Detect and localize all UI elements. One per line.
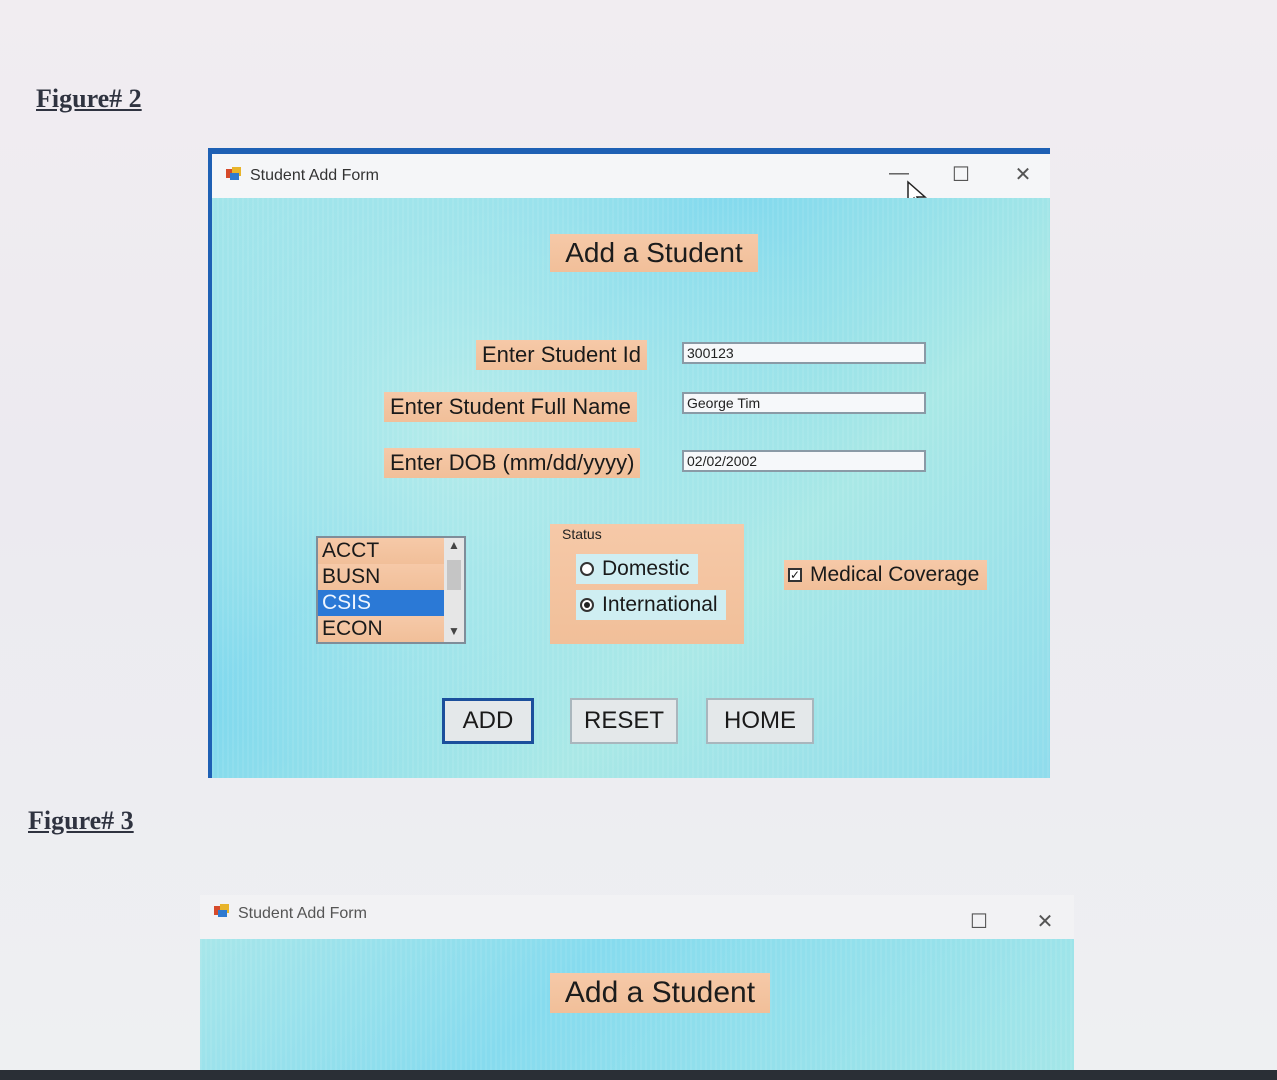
window-title: Student Add Form	[250, 167, 379, 184]
app-icon	[226, 167, 242, 181]
full-name-input[interactable]	[682, 392, 926, 414]
list-item[interactable]: ECON	[318, 616, 444, 642]
close-icon[interactable]: ✕	[1008, 162, 1038, 187]
list-item-selected[interactable]: CSIS	[318, 590, 444, 616]
student-id-input[interactable]	[682, 342, 926, 364]
status-groupbox: Status Domestic International	[550, 524, 744, 644]
home-button[interactable]: HOME	[706, 698, 814, 744]
reset-button[interactable]: RESET	[570, 698, 678, 744]
status-group-title: Status	[562, 526, 602, 542]
radio-domestic[interactable]: Domestic	[576, 554, 698, 584]
window-title-2: Student Add Form	[238, 905, 367, 922]
chevron-up-icon[interactable]: ▲	[444, 538, 464, 556]
radio-domestic-label: Domestic	[602, 557, 690, 580]
add-button[interactable]: ADD	[442, 698, 534, 744]
dob-input[interactable]	[682, 450, 926, 472]
list-item[interactable]: BUSN	[318, 564, 444, 590]
student-id-label: Enter Student Id	[476, 340, 647, 370]
listbox-scrollbar[interactable]: ▲ ▼	[444, 538, 464, 642]
app-icon	[214, 904, 230, 918]
form-client-area: Add a Student Enter Student Id Enter Stu…	[212, 198, 1050, 778]
form-client-area-2: Add a Student	[200, 939, 1074, 1080]
checkbox-checked-icon[interactable]: ✓	[788, 568, 802, 583]
radio-unchecked-icon[interactable]	[580, 562, 594, 577]
full-name-label: Enter Student Full Name	[384, 392, 637, 422]
taskbar	[0, 1070, 1277, 1080]
department-listbox[interactable]: ACCT BUSN CSIS ECON ▲ ▼	[316, 536, 466, 644]
maximize-icon[interactable]: ☐	[946, 162, 976, 187]
student-add-form-window-2: Student Add Form ☐ ✕ Add a Student	[200, 895, 1074, 1080]
title-bar-2[interactable]: Student Add Form ☐ ✕	[200, 895, 1074, 939]
title-bar[interactable]: Student Add Form — ☐ ✕	[212, 154, 1050, 209]
dob-label: Enter DOB (mm/dd/yyyy)	[384, 448, 641, 478]
student-add-form-window: Student Add Form — ☐ ✕ Add a Student Ent…	[208, 148, 1050, 778]
figure-3-label: Figure# 3	[28, 806, 134, 835]
list-item[interactable]: ACCT	[318, 538, 444, 564]
radio-checked-icon[interactable]	[580, 598, 594, 613]
medical-coverage-label: Medical Coverage	[810, 563, 980, 586]
radio-international[interactable]: International	[576, 590, 726, 620]
figure-2-label: Figure# 2	[36, 84, 142, 113]
form-heading: Add a Student	[550, 234, 758, 272]
maximize-icon[interactable]: ☐	[964, 909, 994, 934]
medical-coverage-checkbox[interactable]: ✓ Medical Coverage	[784, 560, 988, 590]
close-icon[interactable]: ✕	[1030, 909, 1060, 934]
form-heading-2: Add a Student	[550, 973, 770, 1013]
radio-international-label: International	[602, 593, 718, 616]
chevron-down-icon[interactable]: ▼	[444, 624, 464, 642]
scroll-thumb[interactable]	[447, 560, 461, 590]
